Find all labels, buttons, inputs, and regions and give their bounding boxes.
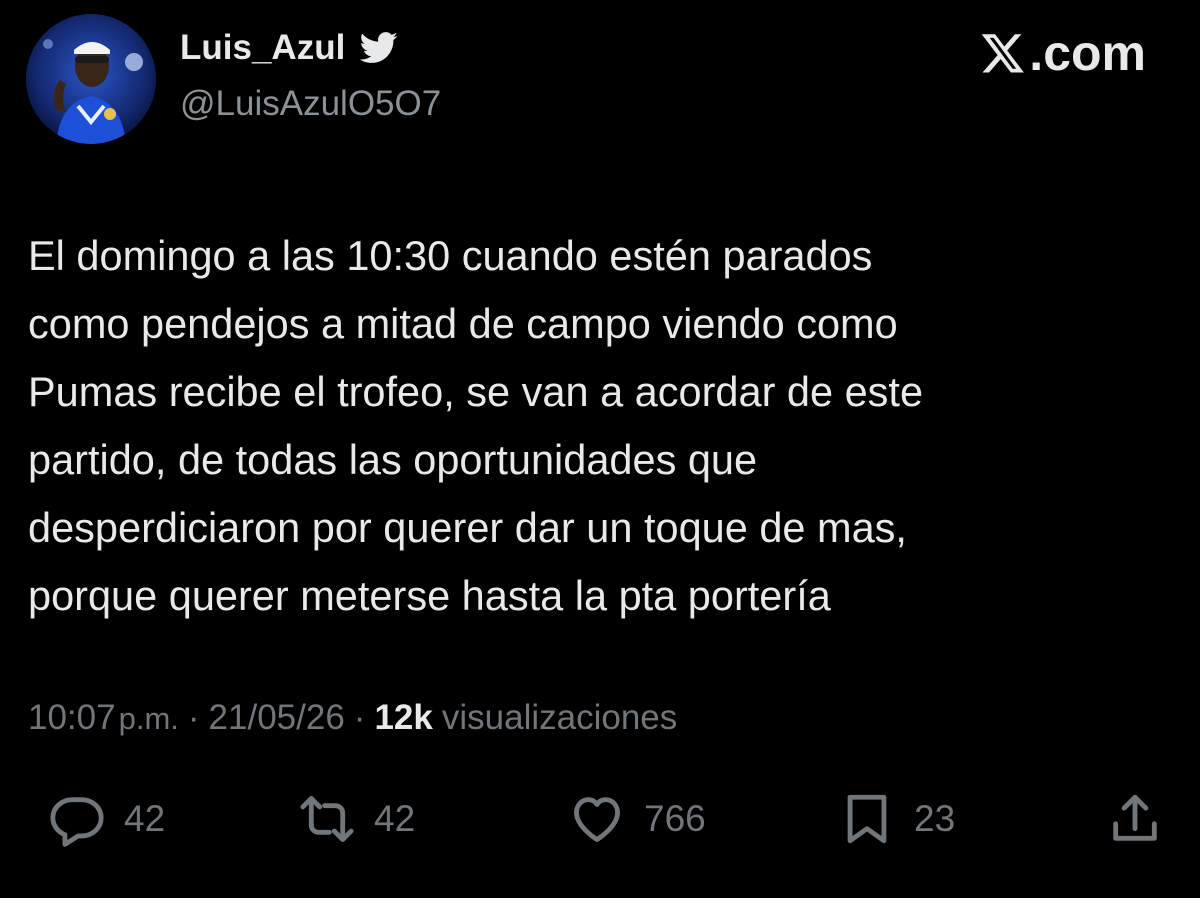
meta-separator: ·: [187, 698, 200, 737]
like-count: 766: [644, 798, 706, 839]
twitter-bird-icon: [359, 32, 399, 64]
views-label: visualizaciones: [441, 698, 678, 737]
views-count: 12k: [374, 698, 433, 737]
reply-count: 42: [124, 798, 166, 839]
display-name-text: Luis_Azul: [180, 28, 346, 67]
x-logo-icon: [979, 30, 1027, 76]
tweet-time[interactable]: 10:07: [28, 698, 116, 738]
tweet-line: porque querer meterse hasta la pta porte…: [28, 572, 831, 619]
bookmark-count: 23: [914, 798, 956, 839]
tweet-ampm[interactable]: p.m.: [119, 701, 179, 737]
repost-count: 42: [374, 798, 416, 839]
reply-button[interactable]: 42: [48, 786, 165, 852]
repost-icon: [298, 790, 356, 848]
tweet-date[interactable]: 21/05/26: [209, 698, 345, 738]
share-icon: [1106, 790, 1164, 848]
author-display-name[interactable]: Luis_Azul: [180, 28, 399, 68]
author-handle[interactable]: @LuisAzulO5O7: [180, 84, 441, 124]
action-bar: 42 42 766 23: [0, 786, 1200, 852]
tweet-line: Pumas recibe el trofeo, se van a acordar…: [28, 368, 924, 415]
like-button[interactable]: 766: [568, 786, 706, 852]
heart-icon: [568, 790, 626, 848]
avatar-image: [26, 14, 156, 144]
bookmark-button[interactable]: 23: [838, 786, 955, 852]
tweet-line: partido, de todas las oportunidades que: [28, 436, 758, 483]
tweet-line: El domingo a las 10:30 cuando estén para…: [28, 232, 873, 279]
repost-button[interactable]: 42: [298, 786, 415, 852]
tweet-meta: 10:07 p.m. · 21/05/26 · 12k visualizacio…: [28, 698, 677, 738]
reply-icon: [48, 790, 106, 848]
meta-separator: ·: [353, 698, 366, 737]
brand-domain: .com: [1029, 25, 1146, 81]
tweet-text: El domingo a las 10:30 cuando estén para…: [28, 222, 1168, 630]
share-button[interactable]: [1106, 786, 1164, 852]
brand-logo: .com: [979, 24, 1146, 82]
avatar[interactable]: [26, 14, 156, 144]
tweet-line: desperdiciaron por querer dar un toque d…: [28, 504, 907, 551]
tweet-line: como pendejos a mitad de campo viendo co…: [28, 300, 898, 347]
bookmark-icon: [838, 790, 896, 848]
